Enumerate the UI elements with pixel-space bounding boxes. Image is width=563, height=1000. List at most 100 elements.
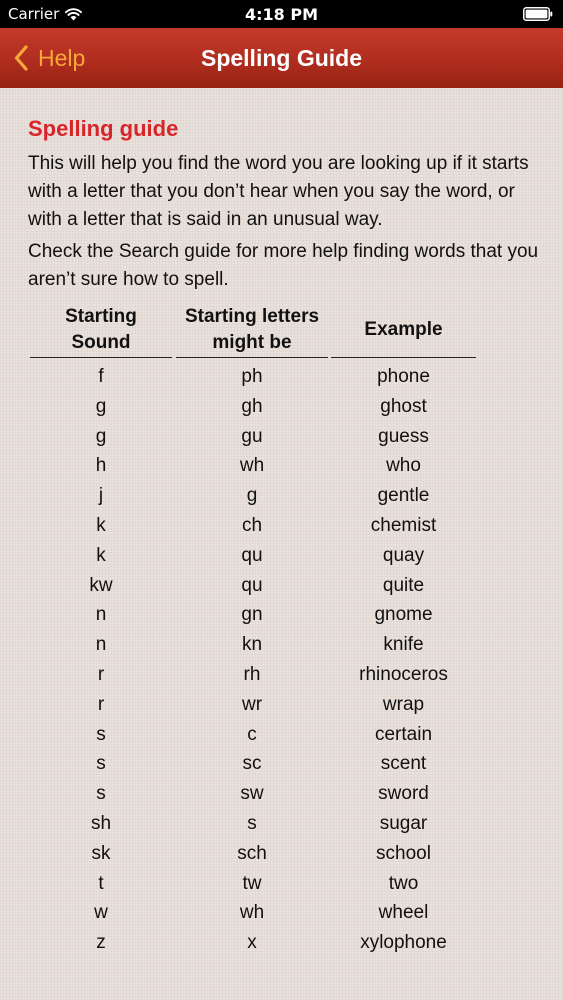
cell-starting-letters: wh [239,902,265,924]
cell-starting-sound: s [96,723,106,745]
table-header: Starting Sound Starting letters might be… [28,302,478,362]
cell-example: guess [378,425,429,447]
table-row: w wh wheel [28,898,478,928]
table-row: s sw sword [28,779,478,809]
section-heading: Spelling guide [28,116,179,141]
cell-starting-letters: gh [241,395,263,417]
cell-example: two [388,872,419,894]
cell-example: xylophone [360,932,447,954]
table-row: h wh who [28,451,478,481]
cell-starting-letters: sc [242,753,262,775]
cell-starting-sound: n [95,604,107,626]
column-header-starting-letters: Starting letters might be [176,302,328,358]
table-row: n gn gnome [28,600,478,630]
table-row: k ch chemist [28,511,478,541]
cell-example: gentle [377,485,430,507]
cell-starting-letters: c [247,723,257,745]
table-row: j g gentle [28,481,478,511]
column-header-starting-sound: Starting Sound [30,302,172,358]
cell-starting-letters: sch [237,842,267,864]
cell-starting-sound: r [97,693,105,715]
cell-starting-sound: z [96,932,106,954]
cell-starting-sound: n [95,634,107,656]
cell-starting-letters: g [246,485,258,507]
table-row: r rh rhinoceros [28,660,478,690]
cell-starting-sound: kw [89,574,113,596]
cell-example: wheel [378,902,429,924]
cell-starting-letters: tw [242,872,262,894]
status-bar: Carrier 4:18 PM [0,0,563,28]
status-time: 4:18 PM [244,5,318,24]
cell-example: gnome [374,604,433,626]
cell-example: school [376,842,431,864]
cell-starting-sound: t [98,872,104,894]
cell-starting-letters: rh [243,663,261,685]
cell-example: ghost [380,395,427,417]
cell-example: wrap [382,693,425,715]
table-row: n kn knife [28,630,478,660]
cell-starting-sound: h [95,455,107,477]
table-row: t tw two [28,869,478,899]
table-row: s c certain [28,720,478,750]
battery-icon [523,7,553,21]
cell-starting-letters: wh [239,455,265,477]
cell-starting-sound: k [96,514,106,536]
cell-example: rhinoceros [359,663,448,685]
table-row: g gh ghost [28,392,478,422]
page-title: Spelling Guide [200,45,362,71]
cell-example: scent [380,753,427,775]
header-line: Sound [71,331,131,353]
table-row: kw qu quite [28,571,478,601]
cell-example: quay [382,544,425,566]
cell-example: sugar [379,812,428,834]
cell-starting-letters: qu [241,574,263,596]
cell-example: phone [377,366,430,387]
cell-starting-letters: ch [241,514,263,536]
search-note-paragraph: Check the Search guide for more help fin… [28,241,539,290]
cell-starting-sound: g [95,395,107,417]
cell-starting-sound: s [96,783,106,805]
cell-example: knife [383,634,424,656]
table-body: f ph phone g gh ghost g gu guess h wh who j g gentle k c… [28,362,478,958]
cell-starting-sound: f [98,366,104,387]
cell-starting-sound: sh [90,812,112,834]
column-header-example: Example [331,302,476,358]
cell-starting-sound: sk [91,842,111,864]
cell-starting-letters: ph [241,366,263,387]
table-row: g gu guess [28,422,478,452]
header-line: Example [364,318,443,340]
cell-starting-letters: sw [240,783,264,805]
cell-starting-sound: s [96,753,106,775]
cell-starting-sound: g [95,425,107,447]
cell-example: sword [378,783,429,805]
cell-starting-sound: w [94,902,108,924]
header-line: might be [212,331,292,353]
table-row: k qu quay [28,541,478,571]
cell-starting-letters: qu [241,544,263,566]
table-row: s sc scent [28,749,478,779]
table-row: sk sch school [28,839,478,869]
table-row: sh s sugar [28,809,478,839]
intro-paragraph: This will help you find the word you are… [28,153,529,230]
table-row: f ph phone [28,362,478,392]
table-row: z x xylophone [28,928,478,958]
cell-starting-letters: gn [241,604,263,626]
header-line: Starting [65,305,137,327]
cell-example: certain [374,723,433,745]
cell-example: chemist [370,514,437,536]
cell-starting-sound: k [96,544,106,566]
cell-starting-sound: j [98,485,104,507]
cell-starting-letters: x [247,932,257,954]
cell-example: who [386,455,421,477]
header-line: Starting letters [184,305,320,327]
navigation-bar: Help Spelling Guide [0,28,563,88]
content-area[interactable]: Spelling guide This will help you find t… [0,88,563,1000]
cell-starting-letters: wr [241,693,263,715]
table-row: r wr wrap [28,690,478,720]
spelling-table: Starting Sound Starting letters might be… [28,302,478,953]
cell-example: quite [382,574,425,596]
cell-starting-letters: kn [241,634,263,656]
cell-starting-letters: gu [241,425,263,447]
cell-starting-letters: s [247,812,257,834]
cell-starting-sound: r [97,663,105,685]
